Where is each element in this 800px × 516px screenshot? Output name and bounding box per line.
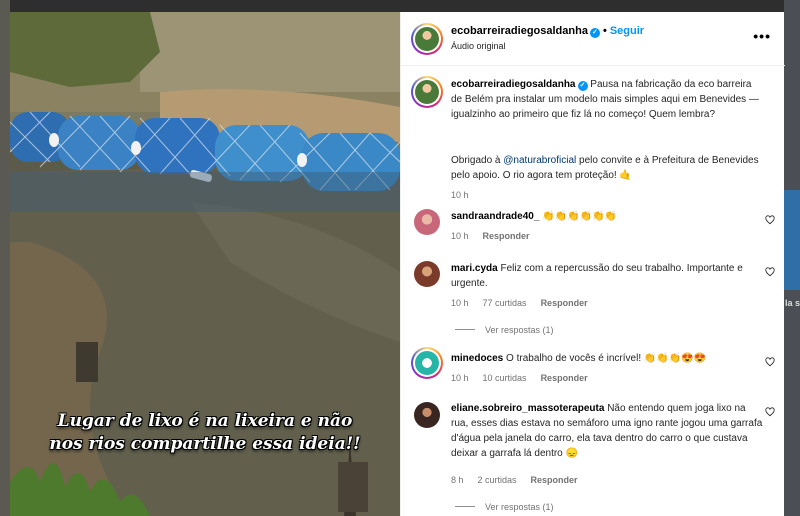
- caption-timestamp: 10 h: [451, 190, 469, 200]
- comment-body: 👏👏👏👏👏👏: [542, 211, 617, 222]
- comments-scroll-area[interactable]: ecobarreiradiegosaldanha ✓ Pausa na fabri…: [401, 67, 785, 516]
- comment-username[interactable]: eliane.sobreiro_massoterapeuta: [451, 403, 604, 414]
- comment-timestamp: 10 h: [451, 373, 469, 383]
- caption-text: ecobarreiradiegosaldanha ✓ Pausa na fabri…: [451, 77, 763, 122]
- caption-author-avatar[interactable]: [411, 76, 443, 108]
- video-caption-line-2: nos rios compartilhe essa ideia!!: [49, 434, 361, 454]
- view-replies-button[interactable]: Ver respostas (1): [455, 325, 554, 335]
- author-username[interactable]: ecobarreiradiegosaldanha: [451, 25, 588, 37]
- comment-text: eliane.sobreiro_massoterapeuta Não enten…: [451, 401, 763, 461]
- like-heart-icon[interactable]: [765, 357, 775, 367]
- view-replies-label: Ver respostas (1): [485, 325, 554, 335]
- replies-divider: [455, 329, 475, 330]
- backdrop-peek-image: [784, 190, 800, 290]
- comment-likes[interactable]: 10 curtidas: [483, 373, 527, 383]
- view-replies-label: Ver respostas (1): [485, 502, 554, 512]
- post-video[interactable]: Lugar de lixo é na lixeira e não nos rio…: [10, 12, 400, 516]
- like-heart-icon[interactable]: [765, 267, 775, 277]
- commenter-avatar[interactable]: [414, 261, 440, 287]
- post-side-panel: ecobarreiradiegosaldanha ✓ • Seguir Áudio o…: [400, 12, 785, 516]
- header-user-line: ecobarreiradiegosaldanha ✓ • Seguir: [451, 25, 644, 38]
- commenter-avatar[interactable]: [411, 347, 443, 379]
- caption-username[interactable]: ecobarreiradiegosaldanha: [451, 79, 576, 90]
- reply-button[interactable]: Responder: [483, 231, 530, 241]
- comment-text: mari.cyda Feliz com a repercussão do seu…: [451, 261, 763, 291]
- comment-meta: 10 h 10 curtidas Responder: [451, 373, 602, 383]
- commenter-avatar[interactable]: [414, 402, 440, 428]
- original-audio-link[interactable]: Áudio original: [451, 41, 506, 51]
- separator-dot: •: [602, 25, 607, 37]
- backdrop-right-edge: la s: [784, 0, 800, 516]
- comment-meta: 8 h 2 curtidas Responder: [451, 475, 592, 485]
- like-heart-icon[interactable]: [765, 215, 775, 225]
- video-caption-line-1: Lugar de lixo é na lixeira e não: [57, 411, 353, 431]
- backdrop-left-edge: [0, 0, 10, 516]
- comment-meta: 10 h Responder: [451, 231, 544, 241]
- comment-body: O trabalho de vocês é incrível! 👏👏👏😍😍: [506, 353, 707, 364]
- view-replies-button[interactable]: Ver respostas (1): [455, 502, 554, 512]
- more-options-icon[interactable]: •••: [753, 29, 771, 43]
- backdrop-peek-label: la s: [785, 298, 800, 308]
- reply-button[interactable]: Responder: [531, 475, 578, 485]
- comment-likes[interactable]: 2 curtidas: [478, 475, 517, 485]
- comment-meta: 10 h 77 curtidas Responder: [451, 298, 602, 308]
- post-header: ecobarreiradiegosaldanha ✓ • Seguir Áudio o…: [401, 12, 785, 66]
- comment-timestamp: 10 h: [451, 231, 469, 241]
- comment-text: sandraandrade40_ 👏👏👏👏👏👏: [451, 209, 763, 224]
- reply-button[interactable]: Responder: [541, 298, 588, 308]
- verified-badge-icon: ✓: [589, 28, 600, 38]
- mention-link[interactable]: @naturabroficial: [503, 155, 576, 166]
- comment-timestamp: 8 h: [451, 475, 464, 485]
- comment-username[interactable]: mari.cyda: [451, 263, 498, 274]
- reply-button[interactable]: Responder: [541, 373, 588, 383]
- commenter-avatar[interactable]: [414, 209, 440, 235]
- comment-likes[interactable]: 77 curtidas: [483, 298, 527, 308]
- comment-username[interactable]: minedoces: [451, 353, 503, 364]
- caption-body-2a: Obrigado à: [451, 155, 504, 166]
- caption-verified-badge-icon: ✓: [577, 81, 588, 91]
- caption-meta: 10 h: [451, 190, 483, 200]
- replies-divider: [455, 506, 475, 507]
- author-avatar[interactable]: [411, 23, 443, 55]
- follow-button[interactable]: Seguir: [610, 25, 644, 37]
- caption-text-2: Obrigado à @naturabroficial pelo convite…: [451, 153, 763, 183]
- comment-text: minedoces O trabalho de vocês é incrível…: [451, 351, 763, 366]
- like-heart-icon[interactable]: [765, 407, 775, 417]
- comment-username[interactable]: sandraandrade40_: [451, 211, 539, 222]
- comment-timestamp: 10 h: [451, 298, 469, 308]
